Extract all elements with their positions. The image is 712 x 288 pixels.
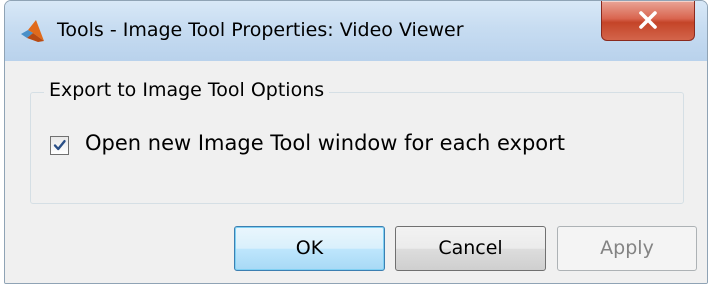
title-bar[interactable]: Tools - Image Tool Properties: Video Vie… <box>5 1 707 62</box>
ok-button[interactable]: OK <box>234 226 385 271</box>
close-icon <box>639 11 657 29</box>
checkmark-icon <box>53 140 66 151</box>
group-title: Export to Image Tool Options <box>44 79 330 101</box>
dialog-window: Tools - Image Tool Properties: Video Vie… <box>4 0 708 284</box>
close-button[interactable] <box>601 1 695 41</box>
window-title: Tools - Image Tool Properties: Video Vie… <box>57 19 464 41</box>
cancel-button[interactable]: Cancel <box>395 226 546 271</box>
open-new-window-checkbox[interactable] <box>50 136 69 155</box>
dialog-content: Export to Image Tool Options Open new Im… <box>5 61 707 283</box>
matlab-icon <box>19 19 47 43</box>
checkbox-label[interactable]: Open new Image Tool window for each expo… <box>85 131 565 155</box>
apply-button: Apply <box>557 226 697 271</box>
